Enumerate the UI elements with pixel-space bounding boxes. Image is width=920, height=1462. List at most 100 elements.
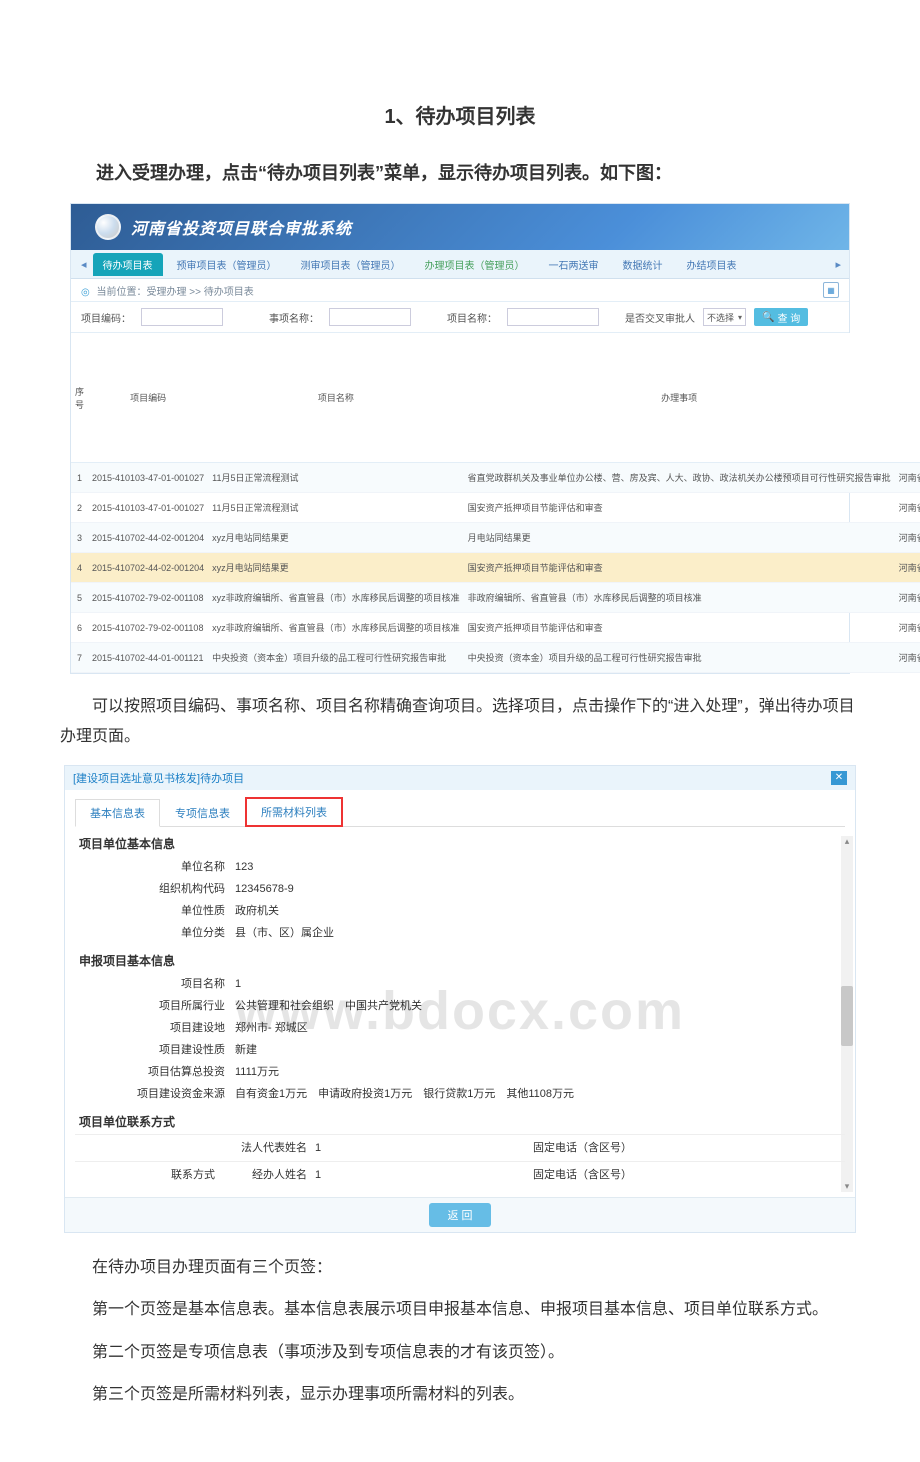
table-row[interactable]: 62015-410702-79-02-001108xyz非政府编辑所、省直管县（… (71, 613, 920, 643)
k-contact-label: 联系方式 (75, 1162, 225, 1188)
dialog-title: [建设项目选址意见书核发]待办项目 (73, 770, 244, 786)
tab-preaudit-list[interactable]: 预审项目表（管理员） (167, 253, 287, 276)
col-name: 项目名称 (208, 333, 464, 463)
k-fixed-phone2: 固定电话（含区号） (520, 1162, 640, 1188)
col-org: 内容单办机构 (895, 333, 920, 463)
tabbar-left-arrow-icon[interactable]: ◂ (77, 258, 91, 271)
cell-org: 河南省发展和改革委员会 (895, 643, 920, 673)
top-tabbar: ◂ 待办项目表 预审项目表（管理员） 测审项目表（管理员） 办理项目表（管理员）… (71, 250, 849, 279)
paragraph-query: 可以按照项目编码、事项名称、项目名称精确查询项目。选择项目，点击操作下的“进入处… (60, 692, 860, 753)
cell-name: xyz月电站同结果更 (208, 523, 464, 553)
tab-check-list[interactable]: 测审项目表（管理员） (291, 253, 411, 276)
v-location: 郑州市- 郑城区 (235, 1017, 308, 1039)
cell-idx: 4 (71, 553, 88, 583)
cell-code: 2015-410103-47-01-001027 (88, 463, 208, 493)
table-row[interactable]: 22015-410103-47-01-00102711月5日正常流程测试国安资产… (71, 493, 920, 523)
k-industry: 项目所属行业 (75, 995, 235, 1017)
calendar-icon[interactable]: ▦ (823, 282, 839, 298)
breadcrumb: 当前位置：受理办理 >> 待办项目表 (97, 287, 254, 298)
v-fund-src: 自有资金1万元 申请政府投资1万元 银行贷款1万元 其他1108万元 (235, 1083, 574, 1105)
k-unit-nature: 单位性质 (75, 900, 235, 922)
subtab-material-list[interactable]: 所需材料列表 (245, 797, 343, 827)
scroll-down-icon[interactable]: ▾ (845, 1181, 850, 1192)
v-proj-name: 1 (235, 973, 241, 995)
subtab-basic-info[interactable]: 基本信息表 (75, 799, 160, 827)
screenshot-list-view: 河南省投资项目联合审批系统 ◂ 待办项目表 预审项目表（管理员） 测审项目表（管… (70, 203, 850, 674)
cell-matter: 月电站同结果更 (464, 523, 895, 553)
cell-name: 11月5日正常流程测试 (208, 463, 464, 493)
cell-name: 中央投资（资本金）项目升级的品工程可行性研究报告审批 (208, 643, 464, 673)
filter-cross-value: 不选择 (707, 311, 734, 324)
v-build-nature: 新建 (235, 1039, 257, 1061)
k-proj-name: 项目名称 (75, 973, 235, 995)
v-unit-name: 123 (235, 856, 253, 878)
filter-project-input[interactable] (507, 308, 599, 326)
page-title: 1、待办项目列表 (60, 100, 860, 129)
paragraph-tab3-desc: 第三个页签是所需材料列表，显示办理事项所需材料的列表。 (60, 1380, 860, 1410)
filter-code-label: 项目编码： (81, 310, 131, 325)
filter-project-label: 项目名称： (447, 310, 497, 325)
system-title: 河南省投资项目联合审批系统 (131, 215, 352, 239)
cell-idx: 5 (71, 583, 88, 613)
filter-cross-label: 是否交叉审批人 (625, 310, 695, 325)
cell-matter: 国安资产抵押项目节能评估和审查 (464, 613, 895, 643)
v-unit-class: 县（市、区）属企业 (235, 922, 334, 944)
cell-code: 2015-410702-44-01-001121 (88, 643, 208, 673)
todo-table: 序号 项目编码 项目名称 办理事项 内容单办机构 受理承诺时限(工作日) 累计耗… (71, 333, 920, 673)
cell-idx: 6 (71, 613, 88, 643)
col-idx: 序号 (71, 333, 88, 463)
search-icon: 🔍 (762, 312, 774, 323)
k-est-invest: 项目估算总投资 (75, 1061, 235, 1083)
breadcrumb-row: ◎ 当前位置：受理办理 >> 待办项目表 ▦ (71, 279, 849, 302)
cell-org: 河南省发展和改革委员会 (895, 553, 920, 583)
cell-matter: 国安资产抵押项目节能评估和审查 (464, 493, 895, 523)
scroll-up-icon[interactable]: ▴ (845, 836, 850, 847)
v-industry: 公共管理和社会组织 中国共产党机关 (235, 995, 422, 1017)
filter-matter-input[interactable] (329, 308, 411, 326)
tab-one-stone[interactable]: 一石两送审 (539, 253, 609, 276)
cell-org: 河南省发展和改革委员会 (895, 613, 920, 643)
table-row[interactable]: 42015-410702-44-02-001204xyz月电站同结果更国安资产抵… (71, 553, 920, 583)
v-org-code: 12345678-9 (235, 878, 294, 900)
filter-matter-label: 事项名称： (269, 310, 319, 325)
cell-matter: 中央投资（资本金）项目升级的品工程可行性研究报告审批 (464, 643, 895, 673)
table-row[interactable]: 32015-410702-44-02-001204xyz月电站同结果更月电站同结… (71, 523, 920, 553)
v-unit-nature: 政府机关 (235, 900, 279, 922)
v-est-invest: 1111万元 (235, 1061, 279, 1083)
cell-idx: 7 (71, 643, 88, 673)
subtab-special-info[interactable]: 专项信息表 (160, 799, 245, 827)
cell-org: 河南省发展和改革委员会 (895, 583, 920, 613)
k-location: 项目建设地 (75, 1017, 235, 1039)
k-unit-name: 单位名称 (75, 856, 235, 878)
filter-cross-select[interactable]: 不选择 ▾ (703, 308, 746, 326)
cell-org: 河南省发展和改革委员会 (895, 493, 920, 523)
paragraph-tabs-intro: 在待办项目办理页面有三个页签： (60, 1253, 860, 1283)
tabbar-right-arrow-icon[interactable]: ▸ (831, 258, 845, 271)
k-legal-name: 法人代表姓名 (225, 1135, 315, 1161)
breadcrumb-marker-icon: ◎ (81, 287, 90, 298)
filter-code-input[interactable] (141, 308, 223, 326)
k-fixed-phone: 固定电话（含区号） (520, 1135, 640, 1161)
cell-name: xyz月电站同结果更 (208, 553, 464, 583)
tab-finished-list[interactable]: 办结项目表 (677, 253, 747, 276)
search-button[interactable]: 🔍 查 询 (754, 308, 808, 326)
col-matter: 办理事项 (464, 333, 895, 463)
screenshot-detail-dialog: [建设项目选址意见书核发]待办项目 ✕ ▴ ▾ 基本信息表 专项信息表 所需材料… (64, 765, 856, 1233)
table-row[interactable]: 52015-410702-79-02-001108xyz非政府编辑所、省直管县（… (71, 583, 920, 613)
table-row[interactable]: 12015-410103-47-01-00102711月5日正常流程测试省直党政… (71, 463, 920, 493)
section-apply-basic: 申报项目基本信息 (75, 952, 845, 969)
k-org-code: 组织机构代码 (75, 878, 235, 900)
tab-stats[interactable]: 数据统计 (613, 253, 673, 276)
cell-matter: 非政府编辑所、省直管县（市）水库移民后调整的项目核准 (464, 583, 895, 613)
v-legal-name: 1 (315, 1135, 520, 1161)
table-row[interactable]: 72015-410702-44-01-001121中央投资（资本金）项目升级的品… (71, 643, 920, 673)
cell-code: 2015-410103-47-01-001027 (88, 493, 208, 523)
section-unit-basic: 项目单位基本信息 (75, 835, 845, 852)
close-icon[interactable]: ✕ (831, 771, 847, 785)
tab-todo-list[interactable]: 待办项目表 (93, 253, 163, 276)
back-button[interactable]: 返 回 (429, 1203, 490, 1227)
contact-row-2: 联系方式 经办人姓名 1 固定电话（含区号） (75, 1161, 845, 1188)
tab-handle-list[interactable]: 办理项目表（管理员） (415, 253, 535, 276)
cell-code: 2015-410702-79-02-001108 (88, 583, 208, 613)
detail-subtabs: 基本信息表 专项信息表 所需材料列表 (75, 796, 845, 827)
